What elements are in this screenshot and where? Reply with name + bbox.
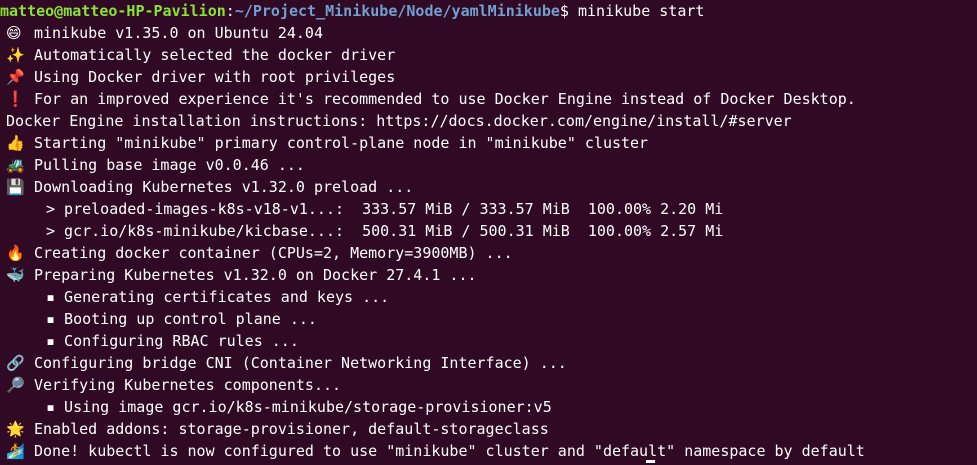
prompt-command: minikube start — [568, 2, 705, 20]
output-line: 👍 Starting "minikube" primary control-pla… — [0, 132, 977, 154]
output-text: Preparing Kubernetes v1.32.0 on Docker 2… — [34, 266, 477, 284]
output-line: ❗ For an improved experience it's recomme… — [0, 88, 977, 110]
sparkles-icon: ✨ — [6, 46, 25, 64]
prompt-user-host: matteo@matteo-HP-Pavilion — [0, 2, 226, 20]
output-line: 🐳 Preparing Kubernetes v1.32.0 on Docker … — [0, 264, 977, 286]
terminal-output: 😄 minikube v1.35.0 on Ubuntu 24.04 ✨ Automa… — [0, 22, 977, 462]
terminal-window[interactable]: matteo@matteo-HP-Pavilion: ~/Project_Mini… — [0, 0, 977, 465]
thumbs-up-icon: 👍 — [6, 134, 25, 152]
output-line: ▪ Booting up control plane ... — [0, 308, 977, 330]
output-text: For an improved experience it's recommen… — [34, 90, 856, 108]
output-line: ▪ Using image gcr.io/k8s-minikube/storag… — [0, 396, 977, 418]
output-line: ▪ Configuring RBAC rules ... — [0, 330, 977, 352]
output-line: ✨ Automatically selected the docker drive… — [0, 44, 977, 66]
output-text: ▪ Generating certificates and keys ... — [46, 288, 390, 306]
magnifying-glass-icon: 🔎 — [6, 376, 25, 394]
output-text: ▪ Booting up control plane ... — [46, 310, 317, 328]
output-text: ▪ Configuring RBAC rules ... — [46, 332, 299, 350]
link-icon: 🔗 — [6, 354, 25, 372]
output-text: Creating docker container (CPUs=2, Memor… — [34, 244, 513, 262]
output-text: Verifying Kubernetes components... — [34, 376, 342, 394]
glowing-star-icon: 🌟 — [6, 420, 25, 438]
pushpin-icon: 📌 — [6, 68, 25, 86]
output-line: 🌟 Enabled addons: storage-provisioner, de… — [0, 418, 977, 440]
output-text: Using Docker driver with root privileges — [34, 68, 396, 86]
fire-icon: 🔥 — [6, 244, 25, 262]
output-line: 🔥 Creating docker container (CPUs=2, Memo… — [0, 242, 977, 264]
surfer-icon: 🏄 — [6, 442, 25, 460]
output-line: 🚜 Pulling base image v0.0.46 ... — [0, 154, 977, 176]
prompt-symbol: $ — [559, 2, 569, 20]
output-text: minikube v1.35.0 on Ubuntu 24.04 — [34, 24, 323, 42]
tractor-icon: 🚜 — [6, 156, 25, 174]
output-text: Docker Engine installation instructions:… — [6, 112, 792, 130]
output-line: 📌 Using Docker driver with root privilege… — [0, 66, 977, 88]
output-text: Downloading Kubernetes v1.32.0 preload .… — [34, 178, 414, 196]
output-text: Starting "minikube" primary control-plan… — [34, 134, 649, 152]
whale-icon: 🐳 — [6, 266, 25, 284]
output-text: Enabled addons: storage-provisioner, def… — [34, 420, 549, 438]
output-line: 🔎 Verifying Kubernetes components... — [0, 374, 977, 396]
output-line: Docker Engine installation instructions:… — [0, 110, 977, 132]
output-text: > gcr.io/k8s-minikube/kicbase...: 500.31… — [46, 222, 724, 240]
exclamation-icon: ❗ — [6, 90, 25, 108]
output-line: > gcr.io/k8s-minikube/kicbase...: 500.31… — [0, 220, 977, 242]
output-line: 😄 minikube v1.35.0 on Ubuntu 24.04 — [0, 22, 977, 44]
prompt-path: ~/Project_Minikube/Node/yamlMinikube — [234, 2, 560, 20]
floppy-disk-icon: 💾 — [6, 178, 25, 196]
output-text: Automatically selected the docker driver — [34, 46, 396, 64]
output-line: ▪ Generating certificates and keys ... — [0, 286, 977, 308]
grinning-face-icon: 😄 — [6, 24, 22, 42]
output-text: Configuring bridge CNI (Container Networ… — [34, 354, 567, 372]
prompt-line: matteo@matteo-HP-Pavilion: ~/Project_Mini… — [0, 0, 977, 22]
text-cursor[interactable] — [646, 460, 655, 463]
output-text: Pulling base image v0.0.46 ... — [34, 156, 305, 174]
output-line: 💾 Downloading Kubernetes v1.32.0 preload … — [0, 176, 977, 198]
output-line: > preloaded-images-k8s-v18-v1...: 333.57… — [0, 198, 977, 220]
output-line: 🔗 Configuring bridge CNI (Container Netwo… — [0, 352, 977, 374]
output-text: ▪ Using image gcr.io/k8s-minikube/storag… — [46, 398, 552, 416]
output-text: > preloaded-images-k8s-v18-v1...: 333.57… — [46, 200, 724, 218]
output-text: Done! kubectl is now configured to use "… — [34, 442, 865, 460]
prompt-separator: : — [225, 2, 235, 20]
output-line: 🏄 Done! kubectl is now configured to use … — [0, 440, 977, 462]
